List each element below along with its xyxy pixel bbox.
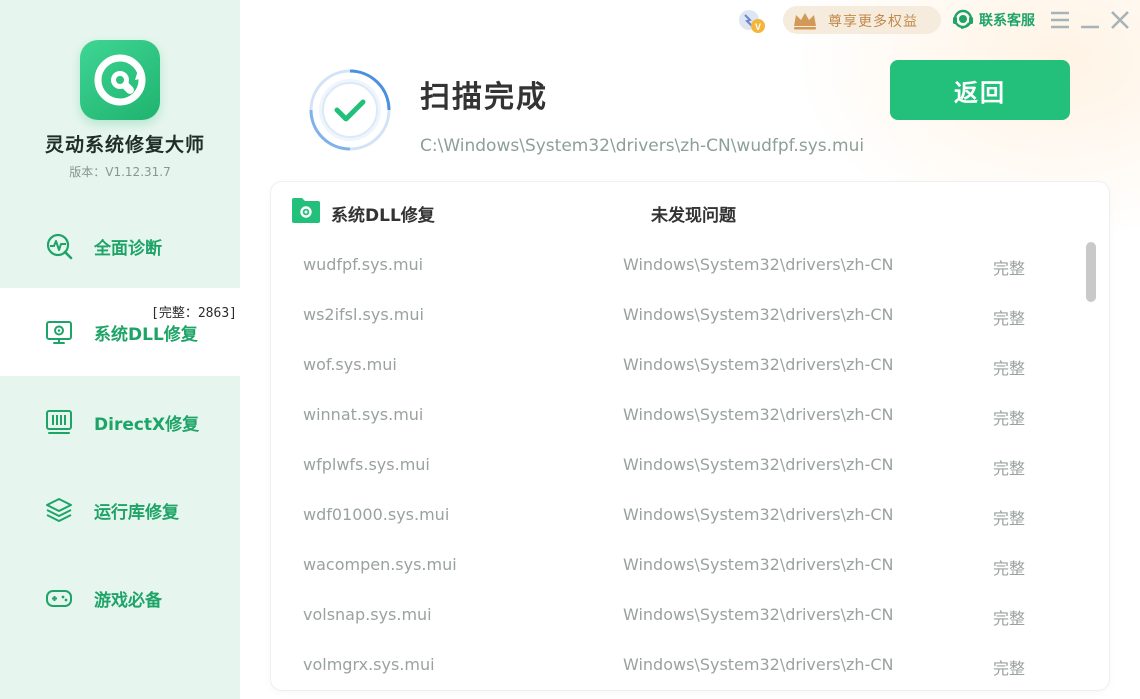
- directx-icon: [46, 410, 72, 434]
- privilege-label: 尊享更多权益: [828, 14, 918, 30]
- settings-folder-icon: [292, 198, 320, 223]
- file-path: Windows\System32\drivers\zh-CN: [623, 655, 894, 674]
- gamepad-icon: [46, 590, 72, 607]
- results-card: 系统DLL修复 未发现问题 wudfpf.sys.mui Windows\Syst…: [270, 181, 1110, 691]
- file-state: 完整: [993, 259, 1026, 278]
- sidebar-item-directx[interactable]: DirectX修复: [0, 378, 240, 466]
- scrollbar[interactable]: [1084, 240, 1098, 672]
- main-panel: V 尊享更多权益 联系客服 扫描完成 C:\Windows\System32\d…: [240, 0, 1140, 699]
- file-state: 完整: [993, 309, 1026, 328]
- file-path: Windows\System32\drivers\zh-CN: [623, 455, 894, 474]
- table-row: wacompen.sys.mui Windows\System32\drivers…: [271, 541, 1081, 591]
- diagnosis-icon: [46, 233, 73, 260]
- file-name: wdf01000.sys.mui: [303, 505, 450, 524]
- table-row: ws2ifsl.sys.mui Windows\System32\drivers\…: [271, 291, 1081, 341]
- privilege-button[interactable]: 尊享更多权益: [783, 6, 941, 34]
- sidebar-item-dll-repair[interactable]: [完整：2863] 系统DLL修复: [0, 288, 240, 376]
- sidebar-item-label: 游戏必备: [94, 590, 162, 611]
- scan-current-path: C:\Windows\System32\drivers\zh-CN\wudfpf…: [420, 136, 865, 156]
- file-path: Windows\System32\drivers\zh-CN: [623, 405, 894, 424]
- scrollbar-thumb[interactable]: [1086, 242, 1096, 302]
- file-state: 完整: [993, 359, 1026, 378]
- results-list: wudfpf.sys.mui Windows\System32\drivers\z…: [271, 241, 1081, 690]
- dll-repair-icon: [46, 321, 72, 344]
- file-state: 完整: [993, 659, 1026, 678]
- file-name: ws2ifsl.sys.mui: [303, 305, 424, 324]
- support-label: 联系客服: [979, 13, 1035, 29]
- wrench-refresh-icon: [94, 54, 146, 106]
- file-state: 完整: [993, 559, 1026, 578]
- file-state: 完整: [993, 609, 1026, 628]
- table-row: volmgrx.sys.mui Windows\System32\drivers\…: [271, 641, 1081, 690]
- file-path: Windows\System32\drivers\zh-CN: [623, 355, 894, 374]
- table-row: winnat.sys.mui Windows\System32\drivers\z…: [271, 391, 1081, 441]
- file-path: Windows\System32\drivers\zh-CN: [623, 305, 894, 324]
- results-header: 系统DLL修复 未发现问题: [271, 182, 1109, 240]
- app-version: 版本：V1.12.31.7: [69, 165, 171, 179]
- file-name: volmgrx.sys.mui: [303, 655, 435, 674]
- scan-status: 未发现问题: [651, 206, 736, 226]
- minimize-icon[interactable]: [1078, 8, 1102, 32]
- file-path: Windows\System32\drivers\zh-CN: [623, 605, 894, 624]
- file-state: 完整: [993, 509, 1026, 528]
- file-path: Windows\System32\drivers\zh-CN: [623, 255, 894, 274]
- sidebar-item-label: 系统DLL修复: [94, 324, 198, 345]
- close-icon[interactable]: [1108, 8, 1132, 32]
- section-title: 系统DLL修复: [331, 206, 435, 226]
- crown-icon: [794, 13, 816, 30]
- scan-complete-check-icon: [309, 69, 391, 151]
- sidebar: 灵动系统修复大师 版本：V1.12.31.7 全面诊断 [完整：2863] 系统…: [0, 0, 240, 699]
- file-name: wudfpf.sys.mui: [303, 255, 424, 274]
- app-logo: [80, 40, 160, 120]
- svg-text:V: V: [755, 22, 761, 32]
- table-row: wfplwfs.sys.mui Windows\System32\drivers\…: [271, 441, 1081, 491]
- file-state: 完整: [993, 459, 1026, 478]
- file-state: 完整: [993, 409, 1026, 428]
- sidebar-item-diagnosis[interactable]: 全面诊断: [0, 202, 240, 290]
- contact-support-button[interactable]: 联系客服: [951, 6, 1035, 34]
- menu-icon[interactable]: [1048, 8, 1072, 32]
- file-path: Windows\System32\drivers\zh-CN: [623, 555, 894, 574]
- file-name: wfplwfs.sys.mui: [303, 455, 430, 474]
- file-name: wacompen.sys.mui: [303, 555, 457, 574]
- dll-count-badge: [完整：2863]: [151, 306, 237, 321]
- file-name: winnat.sys.mui: [303, 405, 424, 424]
- customer-service-icon: [953, 9, 973, 29]
- table-row: wof.sys.mui Windows\System32\drivers\zh-C…: [271, 341, 1081, 391]
- file-name: volsnap.sys.mui: [303, 605, 432, 624]
- file-name: wof.sys.mui: [303, 355, 397, 374]
- sidebar-item-runtime[interactable]: 运行库修复: [0, 466, 240, 554]
- table-row: volsnap.sys.mui Windows\System32\drivers\…: [271, 591, 1081, 641]
- sidebar-item-game[interactable]: 游戏必备: [0, 554, 240, 642]
- runtime-layers-icon: [46, 498, 72, 522]
- back-button[interactable]: 返回: [890, 60, 1070, 120]
- file-path: Windows\System32\drivers\zh-CN: [623, 505, 894, 524]
- app-name: 灵动系统修复大师: [44, 134, 205, 156]
- scan-title: 扫描完成: [420, 80, 548, 115]
- sidebar-item-label: 全面诊断: [94, 238, 162, 259]
- table-row: wudfpf.sys.mui Windows\System32\drivers\z…: [271, 241, 1081, 291]
- table-row: wdf01000.sys.mui Windows\System32\drivers…: [271, 491, 1081, 541]
- sidebar-item-label: 运行库修复: [94, 502, 179, 523]
- vip-badge-icon[interactable]: V: [736, 8, 770, 34]
- sidebar-item-label: DirectX修复: [94, 414, 200, 435]
